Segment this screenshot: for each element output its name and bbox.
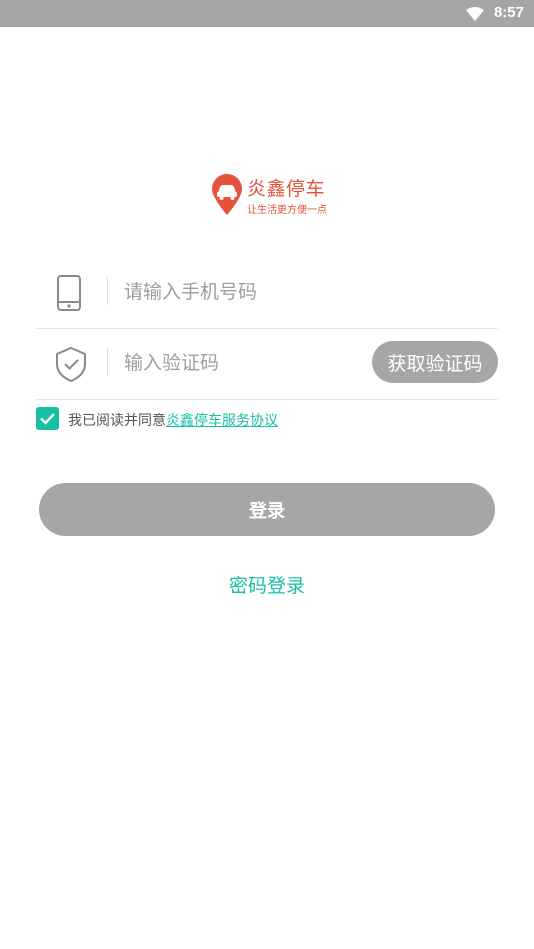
verification-code-input[interactable] <box>124 347 364 379</box>
code-row: 获取验证码 <box>36 329 498 400</box>
service-agreement-link[interactable]: 炎鑫停车服务协议 <box>166 413 278 429</box>
shield-check-icon <box>54 346 88 386</box>
agreement-checkbox[interactable] <box>36 407 59 430</box>
password-login-link[interactable]: 密码登录 <box>0 571 534 598</box>
app-logo: 炎鑫停车 让生活更方便一点 <box>211 172 341 216</box>
status-bar: 8:57 <box>0 0 534 27</box>
car-pin-icon <box>211 174 243 220</box>
app-name: 炎鑫停车 <box>247 178 326 200</box>
get-code-button[interactable]: 获取验证码 <box>372 341 498 383</box>
agreement-text: 我已阅读并同意炎鑫停车服务协议 <box>68 410 278 430</box>
wifi-icon <box>466 6 484 25</box>
app-slogan: 让生活更方便一点 <box>247 205 327 216</box>
phone-input[interactable] <box>124 276 364 308</box>
phone-icon <box>54 275 84 315</box>
divider <box>107 277 108 305</box>
agreement-label: 我已阅读并同意 <box>68 413 166 429</box>
divider <box>107 348 108 376</box>
login-button[interactable]: 登录 <box>39 483 495 536</box>
phone-row <box>36 258 498 329</box>
status-time: 8:57 <box>493 4 524 21</box>
